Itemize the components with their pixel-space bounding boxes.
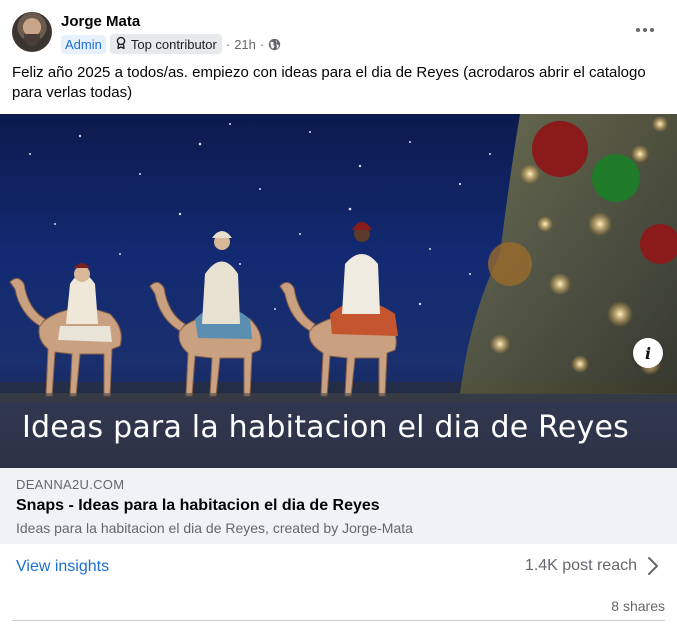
- post-time[interactable]: 21h: [234, 37, 256, 52]
- link-title: Snaps - Ideas para la habitacion el dia …: [16, 497, 380, 514]
- post-reach-button[interactable]: 1.4K post reach: [525, 556, 659, 576]
- globe-icon[interactable]: [268, 38, 281, 51]
- shares-count[interactable]: 8 shares: [611, 598, 665, 614]
- post-reach-label: 1.4K post reach: [524, 557, 637, 574]
- link-description: Ideas para la habitacion el dia de Reyes…: [16, 520, 413, 536]
- author-name[interactable]: Jorge Mata: [61, 13, 140, 30]
- author-avatar[interactable]: [12, 12, 52, 52]
- top-contributor-label: Top contributor: [130, 36, 217, 52]
- footer-divider: [12, 620, 665, 621]
- post-meta: Admin Top contributor · 21h ·: [61, 34, 281, 54]
- admin-badge[interactable]: Admin: [61, 34, 106, 54]
- more-horizontal-icon[interactable]: [627, 20, 663, 40]
- image-caption: Ideas para la habitacion el dia de Reyes: [22, 410, 629, 445]
- link-domain: DEANNA2U.COM: [16, 477, 125, 492]
- chevron-right-icon: [647, 556, 659, 576]
- post-image[interactable]: Ideas para la habitacion el dia de Reyes: [0, 114, 677, 468]
- post-message: Feliz año 2025 a todos/as. empiezo con i…: [12, 64, 646, 101]
- meta-separator: ·: [225, 36, 231, 52]
- award-icon: [115, 36, 127, 52]
- top-contributor-badge[interactable]: Top contributor: [109, 34, 222, 54]
- meta-separator-2: ·: [259, 36, 265, 52]
- link-preview[interactable]: DEANNA2U.COM Snaps - Ideas para la habit…: [0, 468, 677, 544]
- view-insights-link[interactable]: View insights: [16, 558, 109, 576]
- feed-post: Jorge Mata Admin Top contributor · 21h ·…: [0, 0, 677, 624]
- info-icon[interactable]: i: [633, 338, 663, 368]
